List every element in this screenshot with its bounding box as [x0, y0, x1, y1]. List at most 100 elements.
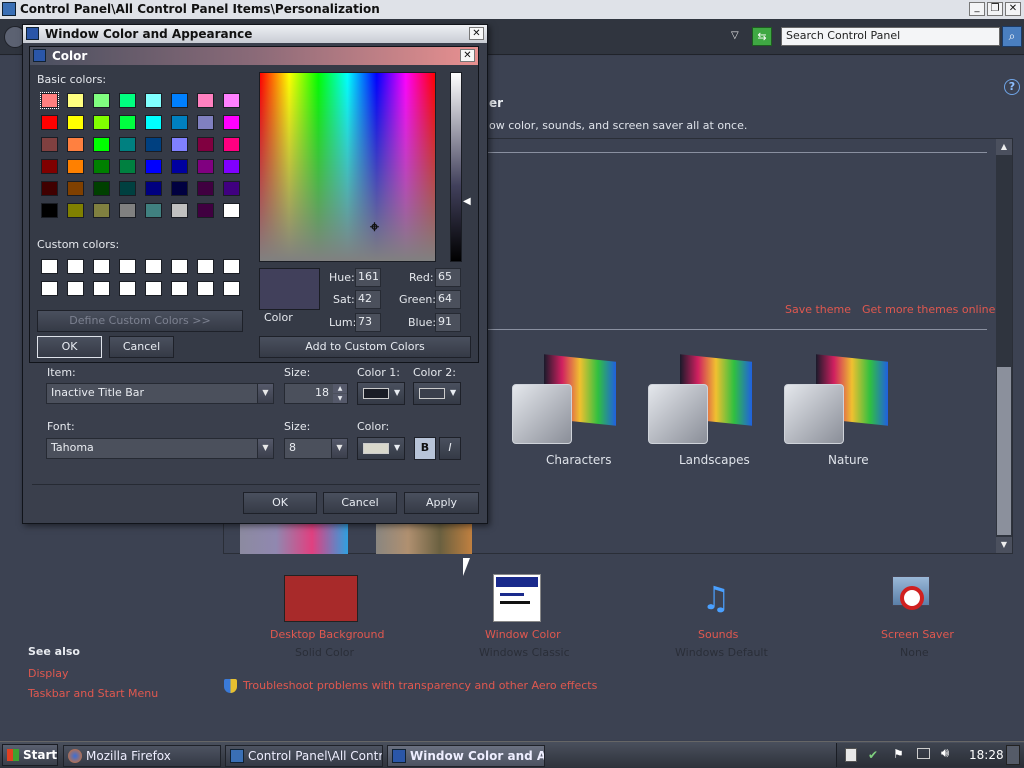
theme-characters[interactable]: [510, 354, 616, 454]
chevron-down-icon[interactable]: ▼: [257, 384, 273, 403]
basic-color-swatch[interactable]: [171, 137, 188, 152]
custom-color-swatch[interactable]: [41, 259, 58, 274]
add-to-custom-colors-button[interactable]: Add to Custom Colors: [259, 336, 471, 358]
basic-color-swatch[interactable]: [41, 137, 58, 152]
basic-color-swatch[interactable]: [41, 181, 58, 196]
color-cancel-button[interactable]: Cancel: [109, 336, 174, 358]
tray-network-icon[interactable]: [917, 748, 930, 759]
basic-color-swatch[interactable]: [145, 115, 162, 130]
custom-color-swatch[interactable]: [145, 259, 162, 274]
basic-color-swatch[interactable]: [93, 137, 110, 152]
start-button[interactable]: Start: [2, 744, 58, 766]
basic-color-swatch[interactable]: [67, 203, 84, 218]
chevron-down-icon[interactable]: ▼: [331, 439, 347, 458]
basic-color-swatch[interactable]: [145, 137, 162, 152]
basic-color-swatch[interactable]: [41, 115, 58, 130]
stepper-up-icon[interactable]: ▲: [333, 384, 347, 393]
basic-color-swatch[interactable]: [223, 203, 240, 218]
chevron-down-icon[interactable]: ▼: [257, 439, 273, 458]
themes-scrollbar[interactable]: ▲ ▼: [996, 139, 1012, 553]
basic-color-swatch[interactable]: [223, 159, 240, 174]
color-ok-button[interactable]: OK: [37, 336, 102, 358]
basic-color-swatch[interactable]: [67, 181, 84, 196]
tray-volume-icon[interactable]: 🔊︎: [941, 746, 949, 761]
wca-ok-button[interactable]: OK: [243, 492, 317, 514]
bold-toggle[interactable]: B: [414, 437, 436, 460]
basic-color-swatch[interactable]: [223, 115, 240, 130]
color-spectrum[interactable]: ⌖: [259, 72, 436, 262]
window-color-link[interactable]: Window Color: [485, 628, 561, 641]
close-button[interactable]: ✕: [1005, 2, 1021, 16]
basic-color-swatch[interactable]: [223, 137, 240, 152]
scroll-up-arrow-icon[interactable]: ▲: [996, 139, 1012, 155]
see-also-display-link[interactable]: Display: [28, 667, 69, 680]
basic-color-swatch[interactable]: [171, 181, 188, 196]
basic-color-swatch[interactable]: [145, 159, 162, 174]
sounds-icon[interactable]: ♫: [692, 576, 740, 620]
lum-input[interactable]: 73: [355, 313, 381, 332]
luminosity-slider[interactable]: [450, 72, 462, 262]
custom-color-swatch[interactable]: [93, 259, 110, 274]
dropdown-arrow-icon[interactable]: ▽: [731, 30, 739, 41]
basic-color-swatch[interactable]: [119, 93, 136, 108]
sounds-link[interactable]: Sounds: [698, 628, 738, 641]
basic-color-swatch[interactable]: [171, 159, 188, 174]
basic-color-swatch[interactable]: [119, 159, 136, 174]
theme-label[interactable]: Nature: [828, 453, 869, 467]
taskbar-item-control-panel[interactable]: Control Panel\All Control ...: [225, 745, 383, 767]
custom-color-swatch[interactable]: [171, 281, 188, 296]
basic-color-swatch[interactable]: [171, 115, 188, 130]
custom-color-swatch[interactable]: [145, 281, 162, 296]
color-close-button[interactable]: ✕: [460, 49, 475, 62]
theme-nature[interactable]: [782, 354, 888, 454]
sat-input[interactable]: 42: [355, 290, 381, 309]
custom-color-swatch[interactable]: [67, 259, 84, 274]
basic-color-swatch[interactable]: [171, 203, 188, 218]
tray-doc-icon[interactable]: [845, 748, 857, 762]
custom-color-swatch[interactable]: [119, 259, 136, 274]
basic-color-swatch[interactable]: [197, 115, 214, 130]
basic-color-swatch[interactable]: [41, 203, 58, 218]
stepper-down-icon[interactable]: ▼: [333, 394, 347, 403]
font-size-select[interactable]: 8 ▼: [284, 438, 348, 459]
custom-color-swatch[interactable]: [119, 281, 136, 296]
color2-button[interactable]: ▼: [413, 382, 461, 405]
basic-color-swatch[interactable]: [197, 137, 214, 152]
custom-color-swatch[interactable]: [93, 281, 110, 296]
size-stepper[interactable]: 18 ▲ ▼: [284, 383, 348, 404]
window-color-icon[interactable]: [493, 574, 541, 622]
basic-color-swatch[interactable]: [93, 93, 110, 108]
basic-color-swatch[interactable]: [145, 93, 162, 108]
custom-color-swatch[interactable]: [223, 259, 240, 274]
basic-color-swatch[interactable]: [41, 159, 58, 174]
basic-color-swatch[interactable]: [93, 115, 110, 130]
item-select[interactable]: Inactive Title Bar ▼: [46, 383, 274, 404]
custom-color-swatch[interactable]: [197, 259, 214, 274]
taskbar-item-firefox[interactable]: Mozilla Firefox: [63, 745, 221, 767]
theme-landscapes[interactable]: [646, 354, 752, 454]
clock[interactable]: 18:28: [969, 748, 1004, 762]
search-icon[interactable]: ⌕: [1002, 26, 1022, 47]
font-select[interactable]: Tahoma ▼: [46, 438, 274, 459]
theme-thumbnail-partial[interactable]: [376, 524, 472, 554]
basic-color-swatch[interactable]: [119, 203, 136, 218]
basic-color-swatch[interactable]: [40, 92, 59, 109]
get-more-themes-link[interactable]: Get more themes online: [862, 303, 995, 316]
basic-color-swatch[interactable]: [67, 159, 84, 174]
custom-color-swatch[interactable]: [41, 281, 58, 296]
basic-color-swatch[interactable]: [197, 203, 214, 218]
desktop-background-link[interactable]: Desktop Background: [270, 628, 385, 641]
see-also-taskbar-link[interactable]: Taskbar and Start Menu: [28, 687, 158, 700]
minimize-button[interactable]: _: [969, 2, 985, 16]
basic-color-swatch[interactable]: [171, 93, 188, 108]
basic-color-swatch[interactable]: [67, 93, 84, 108]
basic-color-swatch[interactable]: [197, 93, 214, 108]
basic-color-swatch[interactable]: [67, 115, 84, 130]
basic-color-swatch[interactable]: [67, 137, 84, 152]
basic-color-swatch[interactable]: [145, 203, 162, 218]
wca-cancel-button[interactable]: Cancel: [323, 492, 397, 514]
custom-color-swatch[interactable]: [223, 281, 240, 296]
basic-color-swatch[interactable]: [119, 115, 136, 130]
custom-color-swatch[interactable]: [67, 281, 84, 296]
help-icon[interactable]: ?: [1004, 79, 1020, 95]
